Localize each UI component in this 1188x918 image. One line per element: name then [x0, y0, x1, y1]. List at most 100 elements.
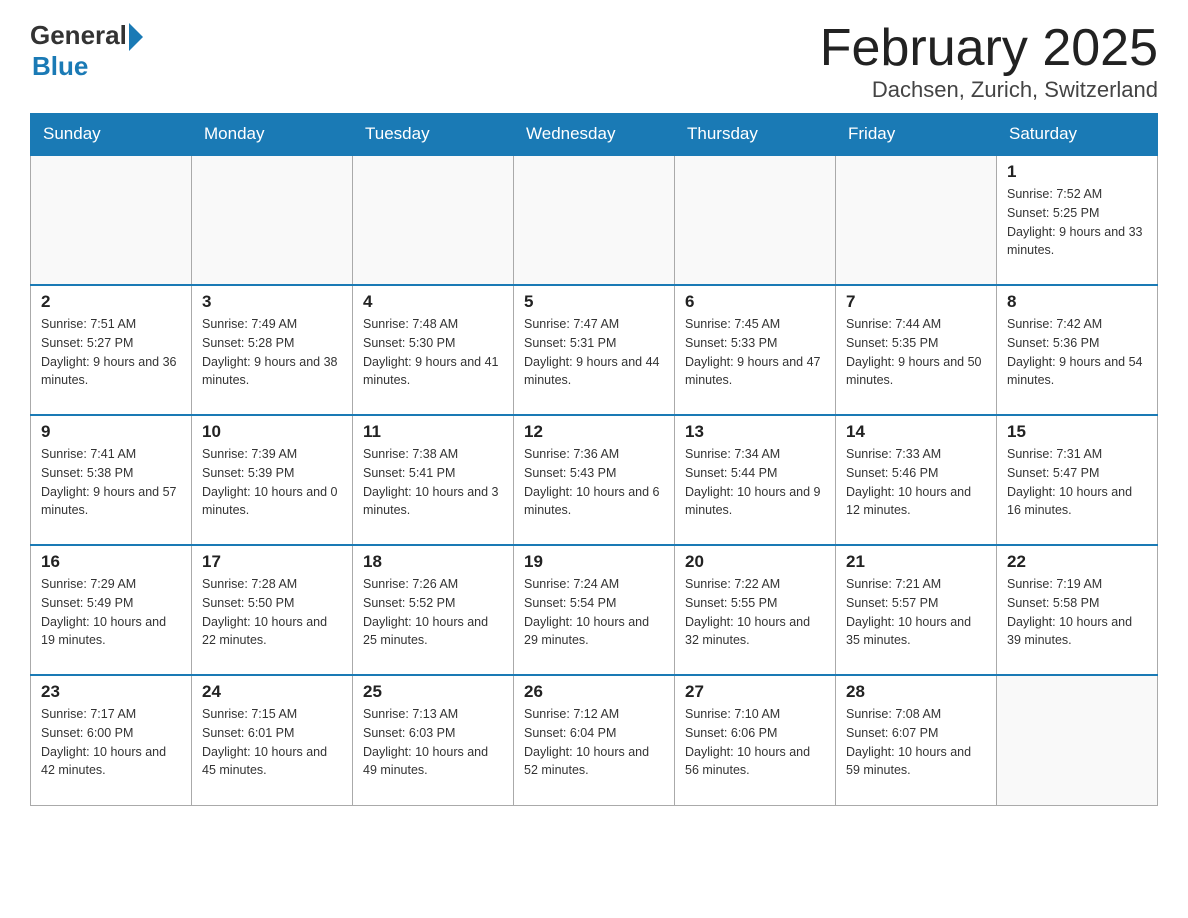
calendar-cell: 25 Sunrise: 7:13 AM Sunset: 6:03 PM Dayli…: [353, 675, 514, 805]
calendar-cell: [514, 155, 675, 285]
day-number: 8: [1007, 292, 1147, 312]
day-number: 3: [202, 292, 342, 312]
day-number: 14: [846, 422, 986, 442]
calendar-cell: [675, 155, 836, 285]
logo-general-text: General: [30, 20, 127, 51]
calendar-cell: 14 Sunrise: 7:33 AM Sunset: 5:46 PM Dayli…: [836, 415, 997, 545]
day-info: Sunrise: 7:21 AM Sunset: 5:57 PM Dayligh…: [846, 575, 986, 650]
day-info: Sunrise: 7:52 AM Sunset: 5:25 PM Dayligh…: [1007, 185, 1147, 260]
day-number: 17: [202, 552, 342, 572]
day-info: Sunrise: 7:36 AM Sunset: 5:43 PM Dayligh…: [524, 445, 664, 520]
calendar-table: SundayMondayTuesdayWednesdayThursdayFrid…: [30, 113, 1158, 806]
day-number: 4: [363, 292, 503, 312]
weekday-header-thursday: Thursday: [675, 114, 836, 156]
weekday-header-wednesday: Wednesday: [514, 114, 675, 156]
day-info: Sunrise: 7:48 AM Sunset: 5:30 PM Dayligh…: [363, 315, 503, 390]
calendar-cell: 24 Sunrise: 7:15 AM Sunset: 6:01 PM Dayli…: [192, 675, 353, 805]
weekday-header-tuesday: Tuesday: [353, 114, 514, 156]
day-info: Sunrise: 7:29 AM Sunset: 5:49 PM Dayligh…: [41, 575, 181, 650]
day-number: 27: [685, 682, 825, 702]
calendar-cell: 1 Sunrise: 7:52 AM Sunset: 5:25 PM Daylig…: [997, 155, 1158, 285]
day-info: Sunrise: 7:10 AM Sunset: 6:06 PM Dayligh…: [685, 705, 825, 780]
day-number: 11: [363, 422, 503, 442]
calendar-cell: 12 Sunrise: 7:36 AM Sunset: 5:43 PM Dayli…: [514, 415, 675, 545]
day-info: Sunrise: 7:31 AM Sunset: 5:47 PM Dayligh…: [1007, 445, 1147, 520]
calendar-cell: 11 Sunrise: 7:38 AM Sunset: 5:41 PM Dayli…: [353, 415, 514, 545]
calendar-cell: 5Sunrise: 7:47 AM Sunset: 5:31 PM Daylig…: [514, 285, 675, 415]
week-row-5: 23 Sunrise: 7:17 AM Sunset: 6:00 PM Dayli…: [31, 675, 1158, 805]
calendar-cell: 26Sunrise: 7:12 AM Sunset: 6:04 PM Dayli…: [514, 675, 675, 805]
day-number: 9: [41, 422, 181, 442]
day-info: Sunrise: 7:45 AM Sunset: 5:33 PM Dayligh…: [685, 315, 825, 390]
day-number: 16: [41, 552, 181, 572]
calendar-cell: 6 Sunrise: 7:45 AM Sunset: 5:33 PM Daylig…: [675, 285, 836, 415]
day-number: 28: [846, 682, 986, 702]
calendar-header-row: SundayMondayTuesdayWednesdayThursdayFrid…: [31, 114, 1158, 156]
weekday-header-monday: Monday: [192, 114, 353, 156]
calendar-cell: 20 Sunrise: 7:22 AM Sunset: 5:55 PM Dayli…: [675, 545, 836, 675]
day-info: Sunrise: 7:22 AM Sunset: 5:55 PM Dayligh…: [685, 575, 825, 650]
day-number: 1: [1007, 162, 1147, 182]
calendar-cell: 28 Sunrise: 7:08 AM Sunset: 6:07 PM Dayli…: [836, 675, 997, 805]
calendar-cell: 7Sunrise: 7:44 AM Sunset: 5:35 PM Daylig…: [836, 285, 997, 415]
day-info: Sunrise: 7:49 AM Sunset: 5:28 PM Dayligh…: [202, 315, 342, 390]
logo-blue-text: Blue: [32, 51, 88, 82]
calendar-cell: 27 Sunrise: 7:10 AM Sunset: 6:06 PM Dayli…: [675, 675, 836, 805]
day-number: 6: [685, 292, 825, 312]
day-number: 25: [363, 682, 503, 702]
location-title: Dachsen, Zurich, Switzerland: [820, 77, 1158, 103]
day-number: 12: [524, 422, 664, 442]
calendar-cell: 9 Sunrise: 7:41 AM Sunset: 5:38 PM Daylig…: [31, 415, 192, 545]
week-row-4: 16 Sunrise: 7:29 AM Sunset: 5:49 PM Dayli…: [31, 545, 1158, 675]
day-info: Sunrise: 7:28 AM Sunset: 5:50 PM Dayligh…: [202, 575, 342, 650]
day-info: Sunrise: 7:26 AM Sunset: 5:52 PM Dayligh…: [363, 575, 503, 650]
page-header: General Blue February 2025 Dachsen, Zuri…: [30, 20, 1158, 103]
logo: General Blue: [30, 20, 143, 82]
calendar-cell: 17 Sunrise: 7:28 AM Sunset: 5:50 PM Dayli…: [192, 545, 353, 675]
day-number: 7: [846, 292, 986, 312]
calendar-cell: 8Sunrise: 7:42 AM Sunset: 5:36 PM Daylig…: [997, 285, 1158, 415]
weekday-header-saturday: Saturday: [997, 114, 1158, 156]
day-info: Sunrise: 7:51 AM Sunset: 5:27 PM Dayligh…: [41, 315, 181, 390]
day-info: Sunrise: 7:39 AM Sunset: 5:39 PM Dayligh…: [202, 445, 342, 520]
week-row-1: 1 Sunrise: 7:52 AM Sunset: 5:25 PM Daylig…: [31, 155, 1158, 285]
calendar-cell: [997, 675, 1158, 805]
day-info: Sunrise: 7:15 AM Sunset: 6:01 PM Dayligh…: [202, 705, 342, 780]
calendar-cell: [353, 155, 514, 285]
week-row-2: 2 Sunrise: 7:51 AM Sunset: 5:27 PM Daylig…: [31, 285, 1158, 415]
calendar-cell: 2 Sunrise: 7:51 AM Sunset: 5:27 PM Daylig…: [31, 285, 192, 415]
calendar-cell: 13Sunrise: 7:34 AM Sunset: 5:44 PM Dayli…: [675, 415, 836, 545]
calendar-cell: 3 Sunrise: 7:49 AM Sunset: 5:28 PM Daylig…: [192, 285, 353, 415]
calendar-cell: 15 Sunrise: 7:31 AM Sunset: 5:47 PM Dayli…: [997, 415, 1158, 545]
weekday-header-friday: Friday: [836, 114, 997, 156]
calendar-cell: 16 Sunrise: 7:29 AM Sunset: 5:49 PM Dayli…: [31, 545, 192, 675]
day-number: 21: [846, 552, 986, 572]
day-info: Sunrise: 7:17 AM Sunset: 6:00 PM Dayligh…: [41, 705, 181, 780]
day-info: Sunrise: 7:47 AM Sunset: 5:31 PM Dayligh…: [524, 315, 664, 390]
month-title: February 2025: [820, 20, 1158, 77]
day-info: Sunrise: 7:08 AM Sunset: 6:07 PM Dayligh…: [846, 705, 986, 780]
day-number: 2: [41, 292, 181, 312]
day-number: 13: [685, 422, 825, 442]
day-number: 23: [41, 682, 181, 702]
day-info: Sunrise: 7:19 AM Sunset: 5:58 PM Dayligh…: [1007, 575, 1147, 650]
calendar-cell: 21 Sunrise: 7:21 AM Sunset: 5:57 PM Dayli…: [836, 545, 997, 675]
day-number: 20: [685, 552, 825, 572]
day-info: Sunrise: 7:24 AM Sunset: 5:54 PM Dayligh…: [524, 575, 664, 650]
day-number: 18: [363, 552, 503, 572]
day-number: 19: [524, 552, 664, 572]
day-info: Sunrise: 7:33 AM Sunset: 5:46 PM Dayligh…: [846, 445, 986, 520]
day-info: Sunrise: 7:38 AM Sunset: 5:41 PM Dayligh…: [363, 445, 503, 520]
day-number: 15: [1007, 422, 1147, 442]
calendar-cell: 19 Sunrise: 7:24 AM Sunset: 5:54 PM Dayli…: [514, 545, 675, 675]
calendar-cell: [836, 155, 997, 285]
calendar-cell: 22Sunrise: 7:19 AM Sunset: 5:58 PM Dayli…: [997, 545, 1158, 675]
calendar-cell: 10Sunrise: 7:39 AM Sunset: 5:39 PM Dayli…: [192, 415, 353, 545]
day-info: Sunrise: 7:41 AM Sunset: 5:38 PM Dayligh…: [41, 445, 181, 520]
day-number: 24: [202, 682, 342, 702]
weekday-header-sunday: Sunday: [31, 114, 192, 156]
calendar-cell: 18 Sunrise: 7:26 AM Sunset: 5:52 PM Dayli…: [353, 545, 514, 675]
day-info: Sunrise: 7:13 AM Sunset: 6:03 PM Dayligh…: [363, 705, 503, 780]
title-block: February 2025 Dachsen, Zurich, Switzerla…: [820, 20, 1158, 103]
logo-arrow-icon: [129, 23, 143, 51]
